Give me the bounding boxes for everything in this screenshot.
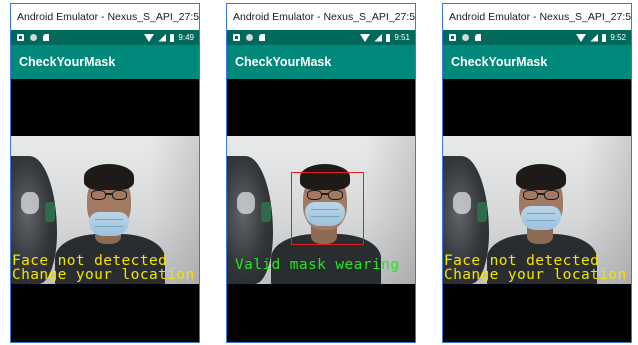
detection-message-line-2: Change your location [444, 267, 627, 283]
camera-preview: Face not detected Change your location [443, 136, 631, 284]
status-time: 9:52 [610, 33, 626, 42]
emulator-window-1[interactable]: Android Emulator - Nexus_S_API_27:5554 9… [10, 3, 200, 343]
detection-message-line-2: Change your location [12, 267, 195, 283]
detection-message-line-1: Valid mask wearing [235, 257, 400, 273]
battery-icon [602, 33, 607, 42]
detection-message-line-1: Face not detected [444, 253, 600, 269]
face-mask [521, 206, 561, 230]
app-title: CheckYourMask [235, 55, 332, 69]
notification-a-icon [233, 34, 240, 41]
window-title: Android Emulator - Nexus_S_API_27:5554 [17, 11, 199, 23]
app-title: CheckYourMask [451, 55, 548, 69]
person-hair [84, 164, 134, 190]
wifi-icon [360, 33, 371, 42]
app-bar: CheckYourMask [443, 45, 631, 79]
face-detection-box [291, 172, 364, 245]
record-dot-icon [30, 34, 37, 41]
emulator-window-3[interactable]: Android Emulator - Nexus_S_API_27:5554 9… [442, 3, 632, 343]
notification-a-icon [449, 34, 456, 41]
signal-icon [374, 33, 383, 42]
detection-message-line-1: Face not detected [12, 253, 168, 269]
plant-leaf [45, 202, 55, 222]
app-title: CheckYourMask [19, 55, 116, 69]
app-bar: CheckYourMask [11, 45, 199, 79]
emulator-window-2[interactable]: Android Emulator - Nexus_S_API_27:5554 9… [226, 3, 416, 343]
android-status-bar: 9:51 [227, 30, 415, 45]
wifi-icon [144, 33, 155, 42]
window-title-bar[interactable]: Android Emulator - Nexus_S_API_27:5554 [11, 4, 199, 30]
notification-a-icon [17, 34, 24, 41]
battery-icon [170, 33, 175, 42]
window-title: Android Emulator - Nexus_S_API_27:5554 [233, 11, 415, 23]
sd-card-icon [475, 34, 481, 41]
record-dot-icon [462, 34, 469, 41]
person-glasses [521, 190, 561, 201]
signal-icon [590, 33, 599, 42]
person-glasses [89, 190, 129, 201]
android-status-bar: 9:49 [11, 30, 199, 45]
android-status-bar: 9:52 [443, 30, 631, 45]
app-bar: CheckYourMask [227, 45, 415, 79]
plant-highlight [453, 192, 471, 214]
plant-leaf [477, 202, 487, 222]
battery-icon [386, 33, 391, 42]
camera-preview: Face not detected Change your location [11, 136, 199, 284]
plant-highlight [21, 192, 39, 214]
wifi-icon [576, 33, 587, 42]
record-dot-icon [246, 34, 253, 41]
window-title: Android Emulator - Nexus_S_API_27:5554 [449, 11, 631, 23]
sd-card-icon [259, 34, 265, 41]
person-hair [516, 164, 566, 190]
camera-preview: Valid mask wearing [227, 136, 415, 284]
plant-highlight [237, 192, 255, 214]
face-mask [89, 212, 129, 236]
sd-card-icon [43, 34, 49, 41]
window-title-bar[interactable]: Android Emulator - Nexus_S_API_27:5554 [443, 4, 631, 30]
signal-icon [158, 33, 167, 42]
emulator-comparison: Android Emulator - Nexus_S_API_27:5554 9… [0, 0, 638, 345]
status-time: 9:49 [178, 33, 194, 42]
plant-leaf [261, 202, 271, 222]
window-title-bar[interactable]: Android Emulator - Nexus_S_API_27:5554 [227, 4, 415, 30]
status-time: 9:51 [394, 33, 410, 42]
